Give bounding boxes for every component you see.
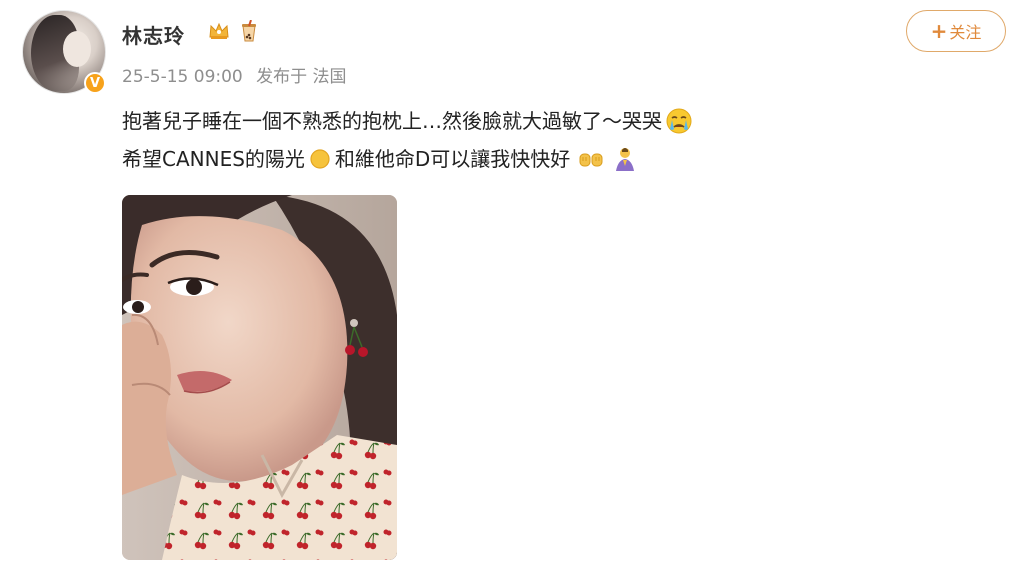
crying-face-icon bbox=[666, 108, 692, 134]
crown-icon[interactable] bbox=[208, 20, 230, 42]
praying-person-icon bbox=[612, 146, 638, 172]
sun-icon bbox=[309, 148, 331, 170]
user-badges bbox=[208, 20, 260, 42]
post-line-2: 希望CANNES的陽光 和維他命D可以讓我快快好 bbox=[122, 140, 692, 178]
post-date[interactable]: 25-5-15 09:00 bbox=[122, 67, 243, 87]
avatar-face bbox=[63, 31, 91, 67]
plus-icon: + bbox=[930, 19, 948, 43]
post-text-line2b: 和維他命D可以讓我快快好 bbox=[334, 147, 571, 171]
follow-button[interactable]: + 关注 bbox=[906, 10, 1006, 52]
post-source: 发布于 法国 bbox=[256, 67, 347, 87]
post-text-line1: 抱著兒子睡在一個不熟悉的抱枕上…然後臉就大過敏了～哭哭 bbox=[122, 109, 662, 133]
bubble-tea-icon[interactable] bbox=[238, 20, 260, 42]
verified-badge-icon: V bbox=[84, 72, 106, 94]
post-photo[interactable] bbox=[122, 195, 397, 560]
fists-icon bbox=[578, 148, 604, 170]
username[interactable]: 林志玲 bbox=[122, 20, 185, 49]
post-line-1: 抱著兒子睡在一個不熟悉的抱枕上…然後臉就大過敏了～哭哭 bbox=[122, 102, 692, 140]
post-meta: 25-5-15 09:00 发布于 法国 bbox=[122, 62, 355, 87]
post-text: 抱著兒子睡在一個不熟悉的抱枕上…然後臉就大過敏了～哭哭 希望CANNES的陽光 … bbox=[122, 102, 692, 178]
post-text-line2a: 希望CANNES的陽光 bbox=[122, 147, 305, 171]
follow-label: 关注 bbox=[949, 23, 982, 42]
